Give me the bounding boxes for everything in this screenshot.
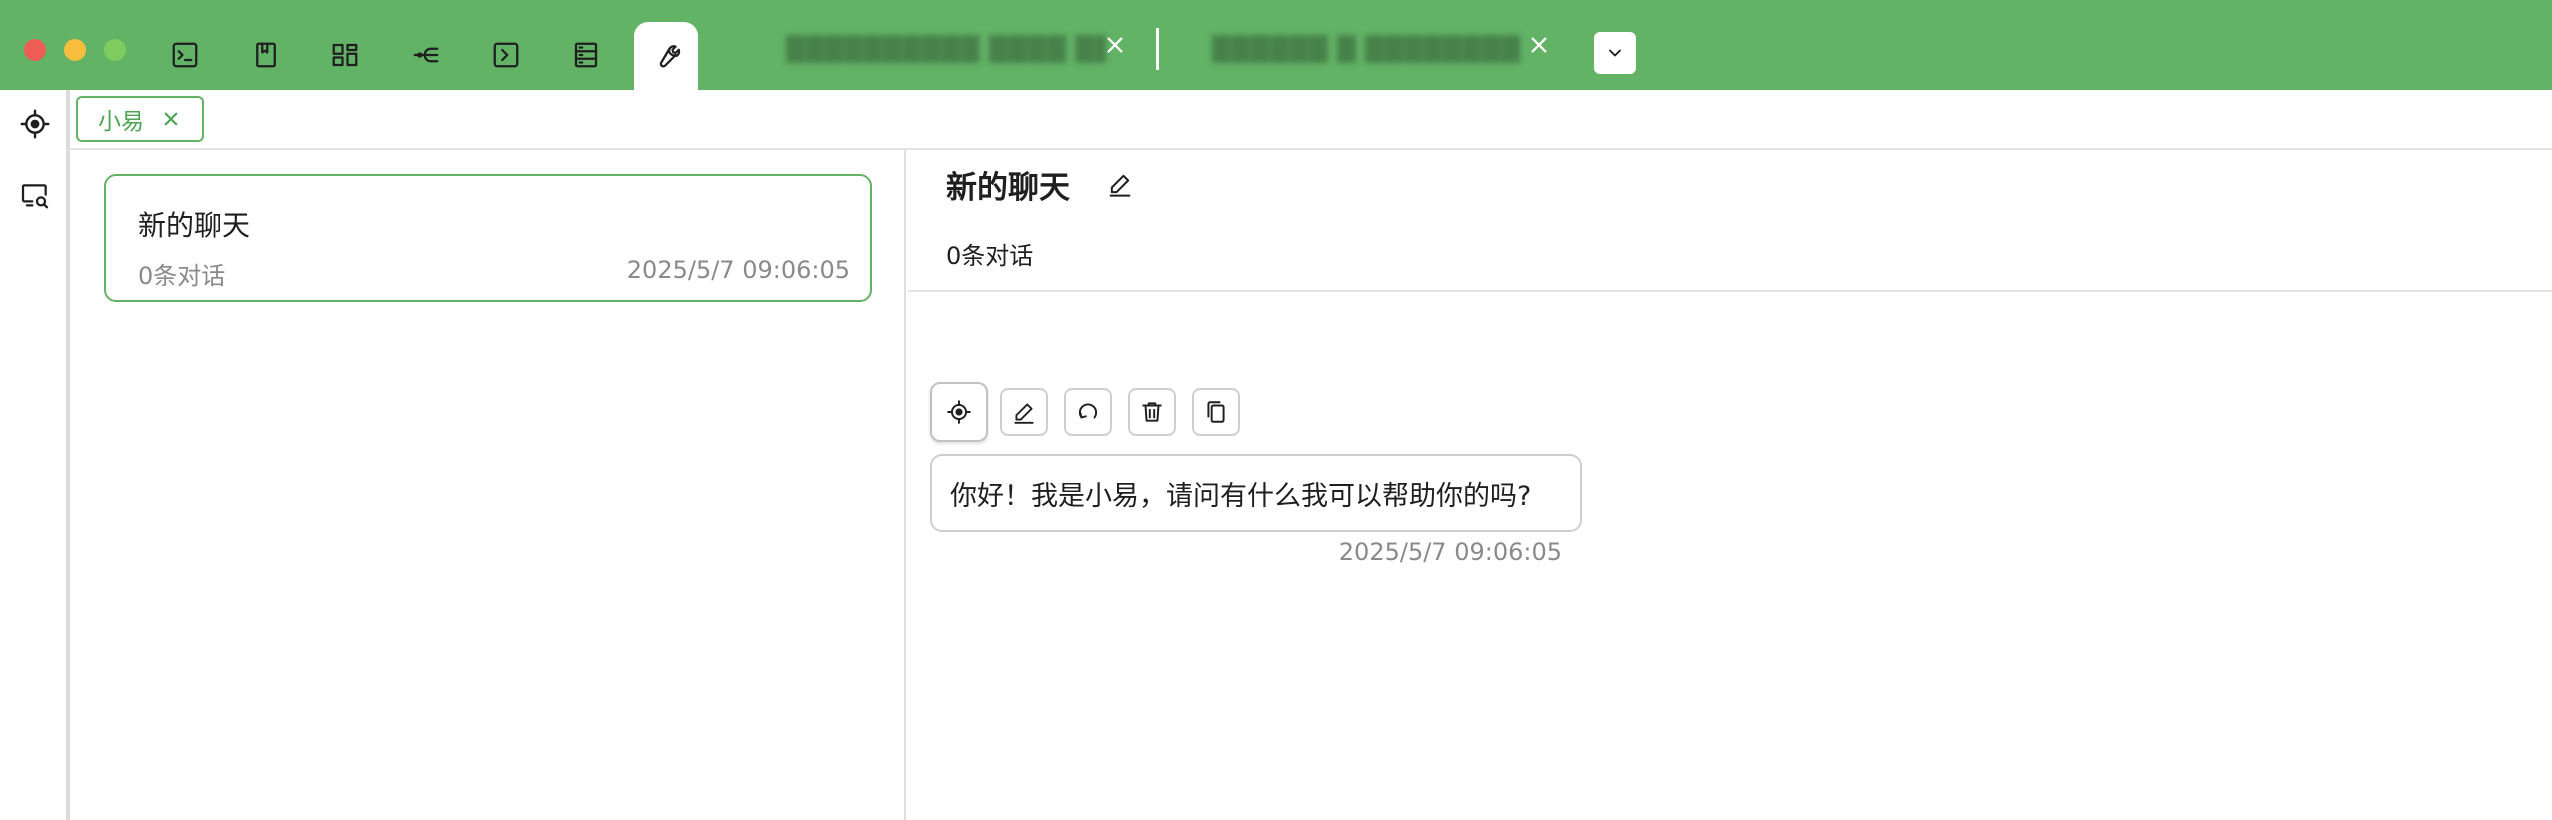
tab-separator [1156, 28, 1159, 70]
git-branch-icon[interactable] [407, 36, 445, 74]
avatar-icon[interactable] [930, 382, 988, 442]
chat-panel: 新的聊天 0条对话 你好！我是小易，请问有什么我可以帮助你的吗? 2025/5/… [908, 150, 2552, 820]
tab-close-icon[interactable] [1524, 30, 1554, 60]
close-icon[interactable] [162, 110, 180, 128]
terminal-icon[interactable] [166, 36, 204, 74]
message-text: 你好！我是小易，请问有什么我可以帮助你的吗? [950, 480, 1532, 512]
chat-title: 新的聊天 [946, 170, 1070, 206]
tabs-dropdown-button[interactable] [1594, 32, 1636, 74]
assistant-tab-label: 小易 [98, 109, 144, 135]
conversation-list: 新的聊天 0条对话 2025/5/7 09:06:05 [70, 150, 906, 820]
assistant-message-bubble: 你好！我是小易，请问有什么我可以帮助你的吗? [930, 454, 1582, 532]
chevron-down-icon [1609, 49, 1621, 57]
message-timestamp: 2025/5/7 09:06:05 [1338, 538, 1562, 566]
screen-search-icon[interactable] [16, 177, 54, 215]
window-close-button[interactable] [24, 39, 46, 61]
refresh-icon[interactable] [1064, 388, 1112, 436]
left-sidebar [0, 90, 70, 820]
edit-title-icon[interactable] [1100, 164, 1140, 204]
conversation-title: 新的聊天 [138, 209, 251, 242]
server-icon[interactable] [567, 36, 605, 74]
layout-icon[interactable] [326, 36, 364, 74]
conversation-card[interactable]: 新的聊天 0条对话 2025/5/7 09:06:05 [104, 174, 872, 302]
assistant-tab[interactable]: 小易 [76, 96, 204, 142]
assistant-tab-bar: 小易 [70, 90, 2552, 150]
edit-icon[interactable] [1000, 388, 1048, 436]
tab-title: ██████ █ ████████ ████ █… [1212, 35, 1522, 63]
chat-message-count: 0条对话 [946, 242, 1034, 270]
trash-icon[interactable] [1128, 388, 1176, 436]
tab-item-2[interactable]: ██████ █ ████████ ████ █… [1212, 26, 1522, 72]
tab-close-icon[interactable] [1100, 30, 1130, 60]
conversation-count: 0条对话 [138, 262, 226, 290]
copy-icon[interactable] [1192, 388, 1240, 436]
bookmark-icon[interactable] [247, 36, 285, 74]
conversation-timestamp: 2025/5/7 09:06:05 [626, 256, 850, 284]
window-zoom-button[interactable] [104, 39, 126, 61]
crosshair-icon[interactable] [16, 105, 54, 143]
tab-title: ██████████ ████ ████ ██ ██ [786, 35, 1106, 63]
window-title-bar: ██████████ ████ ████ ██ ██ ██████ █ ████… [0, 0, 2552, 90]
wrench-icon[interactable] [634, 22, 698, 90]
terminal-box-icon[interactable] [487, 36, 525, 74]
window-minimize-button[interactable] [64, 39, 86, 61]
tab-item-1[interactable]: ██████████ ████ ████ ██ ██ [786, 26, 1106, 72]
chat-header: 新的聊天 0条对话 [908, 150, 2552, 292]
